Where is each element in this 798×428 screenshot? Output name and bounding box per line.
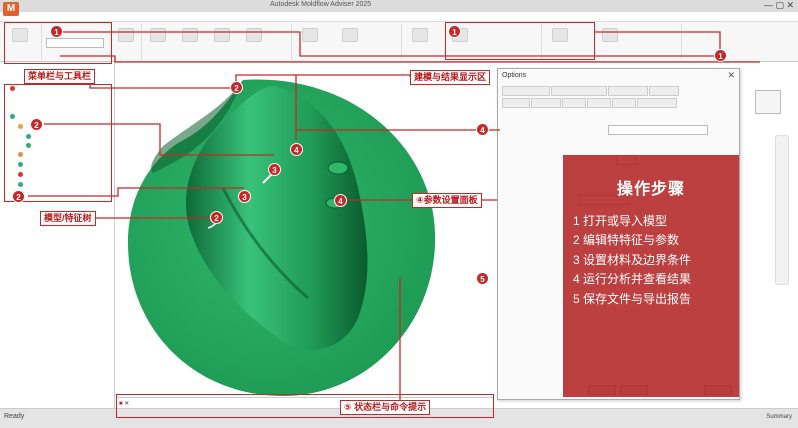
app-icon[interactable]: M — [3, 2, 19, 16]
badge-3-top: 3 — [268, 163, 281, 176]
label-display-area: 建模与结果显示区 — [410, 70, 491, 85]
step-item: 2 编辑特特征与参数 — [573, 233, 680, 247]
annotation-box-tree — [4, 84, 112, 202]
ribbon-group-linking — [292, 24, 402, 60]
label-params-text: 参数设置面板 — [423, 195, 478, 205]
badge-3-bottom: 3 — [238, 190, 251, 203]
step-item: 1 打开或导入模型 — [573, 214, 668, 228]
window-title: Autodesk Moldflow Adviser 2025 — [270, 1, 372, 8]
ribbon-group-window — [142, 24, 292, 60]
step-item: 5 保存文件与导出报告 — [573, 292, 692, 306]
options-tabs-row2[interactable] — [502, 97, 737, 108]
label-status-text: 状态栏与命令提示 — [354, 402, 427, 412]
badge-4-dialog: 4 — [476, 123, 489, 136]
steps-panel: 操作步骤 1 打开或导入模型 2 编辑特特征与参数 3 设置材料及边界条件 4 … — [563, 155, 739, 397]
title-bar: Autodesk Moldflow Adviser 2025 — ▢ ✕ — [0, 0, 798, 12]
annotation-box-ribbon-right — [445, 22, 595, 60]
label-model-tree: 模型/特征树 — [40, 211, 96, 226]
badge-2-model: 2 — [210, 211, 223, 224]
close-icon[interactable]: ✕ — [727, 70, 735, 81]
navigation-bar[interactable] — [775, 135, 789, 285]
label-status-cmd: ⑤ 状态栏与命令提示 — [340, 400, 431, 415]
menu-bar[interactable] — [0, 12, 798, 22]
badge-2-top: 2 — [230, 81, 243, 94]
ribbon-toolbar[interactable] — [0, 22, 798, 62]
label-params-panel: ④参数设置面板 — [412, 193, 482, 208]
badge-2-tree: 2 — [30, 118, 43, 131]
green-part-model[interactable] — [123, 68, 440, 398]
badge-4-feature: 4 — [334, 194, 347, 207]
label-status-num: ⑤ — [344, 402, 352, 412]
badge-2-left: 2 — [12, 190, 25, 203]
options-tabs[interactable] — [502, 85, 737, 96]
steps-title: 操作步骤 — [616, 181, 685, 198]
units-select[interactable] — [608, 125, 708, 135]
step-item: 4 运行分析并查看结果 — [573, 272, 692, 286]
step-item: 3 设置材料及边界条件 — [573, 253, 692, 267]
badge-1-right: 1 — [448, 25, 461, 38]
label-params-num: ④ — [416, 195, 424, 205]
ribbon-group-cutting — [112, 24, 142, 60]
badge-1: 1 — [50, 25, 63, 38]
annotation-box-status — [116, 394, 494, 418]
badge-5: 5 — [476, 272, 489, 285]
badge-1-end: 1 — [714, 49, 727, 62]
summary-button[interactable]: Summary — [766, 414, 792, 420]
window-controls[interactable]: — ▢ ✕ — [764, 0, 794, 11]
options-dialog-title: Options — [502, 72, 527, 79]
view-cube[interactable] — [755, 90, 781, 114]
badge-4-model: 4 — [290, 143, 303, 156]
status-text: Ready — [4, 413, 25, 420]
label-menu-toolbar: 菜单栏与工具栏 — [24, 69, 96, 84]
